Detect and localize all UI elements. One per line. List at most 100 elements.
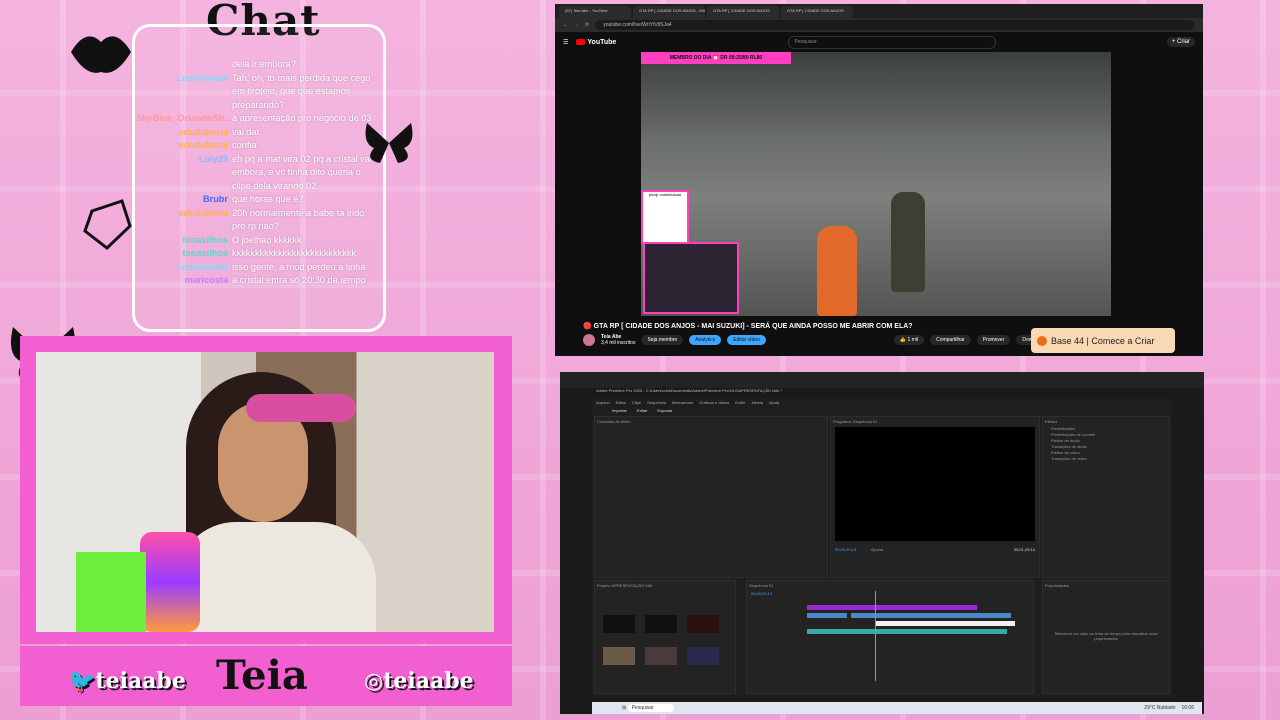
- green-bag: [76, 552, 146, 632]
- like-button[interactable]: 👍 1 mil: [893, 335, 925, 345]
- chat-username[interactable]: eduduberai: [136, 126, 232, 140]
- overlay-banner: MEMBRO DO DIA ⏰ DR 09:25/80 RL80: [641, 52, 791, 64]
- timeline-panel: Sequência 01 00;00;22;12: [746, 580, 1034, 694]
- channel-avatar[interactable]: [583, 334, 595, 346]
- menu-item[interactable]: Clipe: [632, 400, 641, 405]
- character-orange: [817, 226, 857, 316]
- chat-username[interactable]: eduduberai: [136, 139, 232, 153]
- create-button[interactable]: + Criar: [1166, 37, 1195, 47]
- chat-text: que horas que é?: [232, 194, 304, 204]
- program-tab[interactable]: Programa: Sequência 01: [831, 417, 1039, 426]
- browser-tab[interactable]: GTA RP [ CIDADE DOS ANJOS: [781, 6, 853, 18]
- video-actions: Teia Abe 3,4 mil inscritos Seja membro An…: [583, 334, 1051, 346]
- menu-item[interactable]: Gráficos e títulos: [699, 400, 729, 405]
- menu-item[interactable]: Ajuda: [769, 400, 779, 405]
- source-tab[interactable]: Controles de efeito: [595, 417, 827, 426]
- ad-banner[interactable]: Base 44 | Comece a Criar: [1031, 328, 1175, 353]
- chat-message: maricosta a cristal entra só 20:30 da tem…: [136, 274, 376, 288]
- properties-panel: Propriedades Selecione um clipe na linha…: [1042, 580, 1170, 694]
- media-thumbnail[interactable]: [603, 615, 635, 633]
- chat-username[interactable]: Brubr: [136, 193, 232, 207]
- media-thumbnail[interactable]: [603, 647, 635, 665]
- timeline-tab[interactable]: Sequência 01: [747, 581, 1033, 590]
- project-tab[interactable]: Projeto: APRESENTAÇÃO MAI: [595, 581, 735, 590]
- youtube-logo[interactable]: YouTube: [576, 39, 616, 46]
- chat-message: eduduberai vai dar: [136, 126, 376, 140]
- menu-item[interactable]: Marcadores: [672, 400, 693, 405]
- timeline-clip[interactable]: [807, 605, 977, 610]
- mini-webcam-overlay: [643, 242, 739, 314]
- chat-text: vai dar: [232, 126, 260, 137]
- browser-tab[interactable]: GTA RP [ CIDADE DOS ANJOS: [707, 6, 779, 18]
- menu-item[interactable]: Sequência: [647, 400, 666, 405]
- project-panel: Projeto: APRESENTAÇÃO MAI: [594, 580, 736, 694]
- chat-text: 20h normalmente a babe ta indo pro rp na…: [232, 207, 365, 232]
- join-button[interactable]: Seja membro: [641, 335, 684, 345]
- butterfly-icon: [365, 123, 413, 163]
- chat-username[interactable]: tenasilhos: [136, 234, 232, 248]
- chat-username[interactable]: maricosta: [136, 274, 232, 288]
- tab-import[interactable]: Importar: [612, 408, 627, 413]
- promote-button[interactable]: Promover: [976, 335, 1011, 345]
- chat-username[interactable]: Lomisheath: [136, 261, 232, 275]
- tab-edit[interactable]: Editar: [637, 408, 647, 413]
- timeline-clip[interactable]: [807, 629, 1007, 634]
- effects-list: Predefinições Predefinições de Lumetri Efe…: [1043, 426, 1169, 462]
- fit-dropdown[interactable]: Ajustar: [871, 547, 883, 552]
- headband: [246, 394, 356, 422]
- window-titlebar: [560, 372, 1204, 388]
- media-thumbnail[interactable]: [687, 647, 719, 665]
- windows-start-icon[interactable]: ⊞: [622, 705, 626, 711]
- search-input[interactable]: Pesquisar: [787, 35, 996, 49]
- chat-username[interactable]: Lomisheath: [136, 72, 232, 113]
- chat-text: a apresentação pro negocio de 03: [232, 113, 372, 123]
- chat-message: SkyBlue_OrlandoSh... a apresentação pro n…: [136, 112, 376, 126]
- chat-messages: dela ir embora? Lomisheath Tah, oh, to mai…: [136, 58, 376, 288]
- taskbar-clock: 16:06: [1181, 705, 1194, 711]
- menu-item[interactable]: Janela: [751, 400, 763, 405]
- effects-tab[interactable]: Efeitos: [1043, 417, 1169, 426]
- tab-export[interactable]: Exportar: [657, 408, 672, 413]
- properties-tab[interactable]: Propriedades: [1043, 581, 1169, 590]
- back-icon[interactable]: ←: [563, 22, 568, 28]
- menu-item[interactable]: Editar: [616, 400, 626, 405]
- chat-username[interactable]: tenasilhos: [136, 247, 232, 261]
- chat-username[interactable]: Luly29: [136, 153, 232, 194]
- chat-username[interactable]: eduduberai: [136, 207, 232, 234]
- program-monitor: [835, 427, 1035, 541]
- chat-text: isso gente, a mod perdeu a linha: [232, 261, 366, 272]
- chat-message: eduduberai 20h normalmente a babe ta indo…: [136, 207, 376, 234]
- media-thumbnail[interactable]: [645, 615, 677, 633]
- taskbar-search[interactable]: Pesquisar: [627, 704, 674, 712]
- media-thumbnail[interactable]: [645, 647, 677, 665]
- menu-icon[interactable]: ☰: [563, 39, 568, 46]
- media-thumbnail[interactable]: [687, 615, 719, 633]
- timeline-clip[interactable]: [807, 613, 847, 618]
- diamond-icon: [83, 199, 132, 250]
- browser-tabs: (57) Teia Abe - YouTube GTA RP [ CIDADE …: [555, 4, 1203, 18]
- browser-tab[interactable]: (57) Teia Abe - YouTube: [559, 6, 631, 18]
- playhead[interactable]: [875, 591, 876, 681]
- effects-folder[interactable]: Transições de vídeo: [1051, 456, 1169, 462]
- chat-message: Luly29 eh pq a mat vira 02 pq a cristal v…: [136, 153, 376, 194]
- browser-tab[interactable]: GTA RP [ CIDADE DOS ANJOS - MAI: [633, 6, 705, 18]
- menu-item[interactable]: Exibir: [735, 400, 745, 405]
- video-title: 🔴 GTA RP [ CIDADE DOS ANJOS - MAI SUZUKI…: [583, 323, 913, 330]
- edit-video-button[interactable]: Editar vídeo: [727, 335, 766, 345]
- video-player[interactable]: MEMBRO DO DIA ⏰ DR 09:25/80 RL80 pix/qr …: [641, 52, 1111, 316]
- chat-username[interactable]: [136, 58, 232, 72]
- chat-text: a cristal entra só 20:30 da tempo: [232, 275, 366, 285]
- share-button[interactable]: Compartilhar: [930, 335, 971, 345]
- url-field[interactable]: youtube.com/live/WnYtVtiSJa4: [595, 20, 1195, 30]
- windows-taskbar: ⊞ Pesquisar 29°C Nublado 16:06: [592, 702, 1202, 714]
- effects-panel: Efeitos Predefinições Predefinições de Lu…: [1042, 416, 1170, 578]
- forward-icon[interactable]: →: [574, 22, 579, 28]
- reload-icon[interactable]: ⟳: [585, 22, 589, 28]
- chat-text: eh pq a mat vira 02 pq a cristal vai emb…: [232, 153, 372, 191]
- menu-item[interactable]: Arquivo: [596, 400, 610, 405]
- analytics-button[interactable]: Analytics: [689, 335, 722, 345]
- timeline-clip[interactable]: [875, 621, 1015, 626]
- instagram-icon: ◎: [364, 668, 384, 694]
- lips-icon: [71, 36, 131, 73]
- chat-username[interactable]: SkyBlue_OrlandoSh...: [136, 112, 232, 126]
